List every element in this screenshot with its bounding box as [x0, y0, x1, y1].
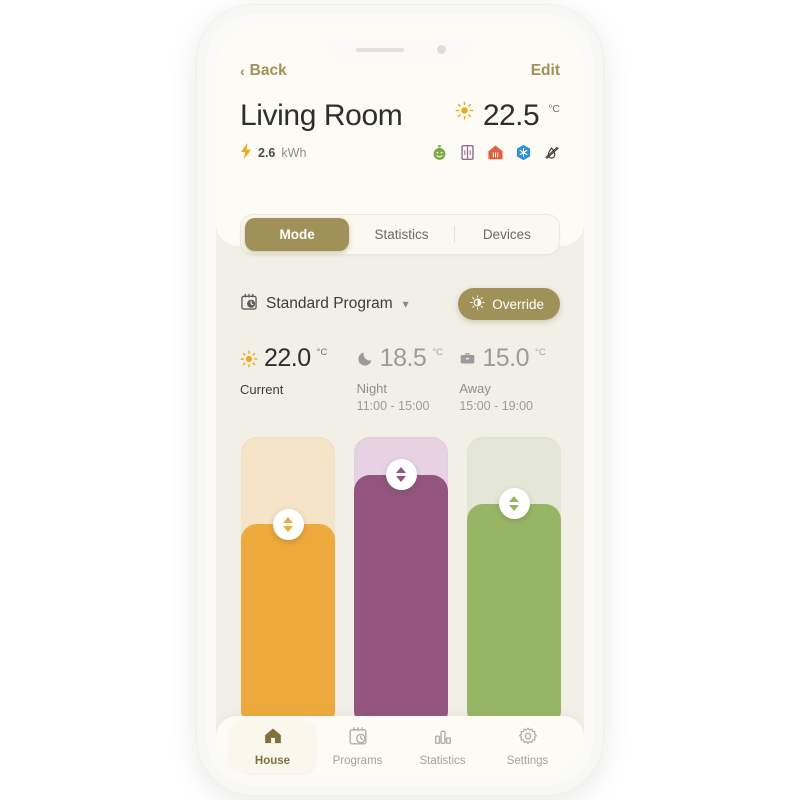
front-camera — [437, 45, 446, 54]
slider-away-handle[interactable] — [498, 488, 530, 520]
sun-icon — [240, 346, 258, 373]
preset-current-unit: °C — [316, 347, 328, 358]
preset-current-value-row: 22.0 °C — [240, 346, 347, 373]
air-quality-icon[interactable] — [431, 144, 448, 161]
chevron-up-icon — [283, 516, 293, 523]
program-selector[interactable]: Standard Program ▾ — [240, 293, 409, 316]
screenshot-root: ‹ Back Edit Living Room 22.5 °C 2.6 kWh … — [0, 0, 800, 800]
moon-icon — [357, 346, 374, 372]
chevron-down-icon — [396, 476, 406, 483]
nav-item-settings[interactable]: Settings — [485, 720, 570, 773]
meta-row: 2.6 kWh — [240, 143, 560, 162]
window-icon[interactable] — [459, 144, 476, 161]
energy-usage: 2.6 kWh — [240, 143, 306, 162]
slider-current[interactable] — [241, 437, 335, 727]
bolt-icon — [240, 143, 252, 162]
slider-night-handle[interactable] — [385, 459, 417, 491]
calendar-clock-icon — [240, 293, 258, 316]
slider-night-fill — [354, 474, 448, 727]
nav-item-house[interactable]: House — [230, 719, 315, 773]
edit-button[interactable]: Edit — [531, 62, 560, 80]
preset-away-label: Away — [459, 381, 491, 396]
energy-value: 2.6 — [258, 145, 276, 160]
phone-notch — [326, 38, 474, 64]
chevron-down-icon: ▾ — [402, 297, 409, 311]
nav-item-statistics[interactable]: Statistics — [400, 720, 485, 773]
current-temperature-value: 22.5 — [482, 99, 540, 132]
tab-mode[interactable]: Mode — [245, 218, 350, 251]
chevron-up-icon — [509, 496, 519, 503]
status-icon-row — [431, 144, 560, 161]
nav-item-house-label: House — [254, 754, 291, 767]
temperature-sliders — [241, 437, 561, 727]
nav-item-programs[interactable]: Programs — [315, 720, 400, 773]
preset-away-unit: °C — [535, 347, 546, 358]
current-temperature-unit: °C — [548, 103, 560, 115]
nav-item-settings-label: Settings — [506, 754, 549, 767]
nav-item-statistics-label: Statistics — [419, 754, 466, 767]
preset-away-value: 15.0 — [482, 344, 530, 372]
preset-away[interactable]: 15.0 °C Away 15:00 - 19:00 — [455, 346, 562, 414]
cooling-snowflake-icon[interactable] — [515, 144, 532, 161]
preset-current-value: 22.0 — [264, 344, 311, 372]
heating-house-icon[interactable] — [487, 144, 504, 161]
preset-away-time: 15:00 - 19:00 — [459, 399, 534, 413]
tab-devices[interactable]: Devices — [455, 218, 559, 251]
contrast-sun-icon — [470, 295, 485, 313]
back-button-label: Back — [249, 62, 287, 79]
current-temperature-display: 22.5 °C — [455, 98, 560, 131]
program-name: Standard Program — [266, 295, 393, 312]
preset-current-label: Current — [240, 382, 284, 397]
tab-statistics[interactable]: Statistics — [349, 218, 453, 251]
preset-night[interactable]: 18.5 °C Night 11:00 - 15:00 — [349, 346, 456, 414]
page-title: Living Room — [240, 99, 403, 132]
slider-night[interactable] — [354, 437, 448, 727]
preset-away-value-row: 15.0 °C — [455, 346, 562, 372]
mode-tab-bar: Mode Statistics Devices — [240, 214, 560, 255]
back-button[interactable]: ‹ Back — [240, 62, 287, 80]
humidity-off-icon[interactable] — [543, 144, 560, 161]
bar-chart-icon — [433, 726, 453, 751]
slider-away[interactable] — [467, 437, 561, 727]
chevron-down-icon — [283, 525, 293, 532]
bottom-navigation: House Programs Statistics Settings — [216, 716, 584, 776]
preset-night-value: 18.5 — [379, 344, 427, 372]
calendar-clock-icon — [348, 726, 368, 751]
phone-screen: ‹ Back Edit Living Room 22.5 °C 2.6 kWh … — [216, 24, 584, 776]
chevron-left-icon: ‹ — [240, 63, 245, 79]
preset-night-time: 11:00 - 15:00 — [356, 399, 430, 413]
preset-current[interactable]: 22.0 °C Current — [240, 346, 347, 413]
override-button[interactable]: Override — [458, 288, 560, 320]
room-header-row: Living Room 22.5 °C — [240, 98, 560, 133]
preset-row: 22.0 °C Current 18.5 °C Night 11:00 - 15… — [240, 346, 562, 414]
gear-icon — [518, 726, 538, 751]
sun-icon — [455, 101, 474, 125]
preset-night-unit: °C — [432, 347, 444, 358]
override-button-label: Override — [492, 296, 544, 312]
nav-item-programs-label: Programs — [332, 754, 383, 767]
slider-away-fill — [467, 503, 561, 727]
energy-unit: kWh — [281, 145, 307, 160]
briefcase-icon — [459, 346, 476, 372]
slider-current-handle[interactable] — [272, 508, 304, 540]
program-row: Standard Program ▾ Override — [240, 285, 560, 323]
home-icon — [263, 726, 283, 751]
preset-night-value-row: 18.5 °C — [349, 346, 456, 372]
chevron-up-icon — [396, 467, 406, 474]
slider-current-fill — [241, 524, 335, 727]
earpiece-speaker — [356, 48, 404, 52]
preset-night-label: Night — [356, 381, 388, 396]
chevron-down-icon — [509, 505, 519, 512]
